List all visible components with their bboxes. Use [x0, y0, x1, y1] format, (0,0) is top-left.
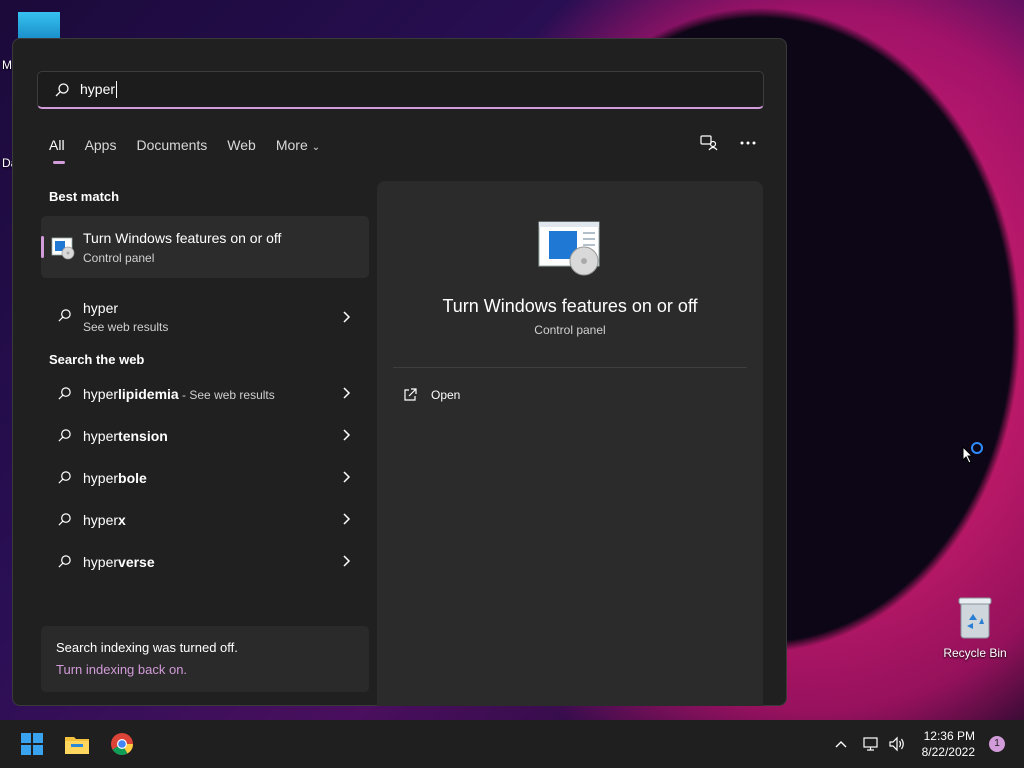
taskbar-pinned — [20, 732, 134, 756]
tab-documents[interactable]: Documents — [136, 137, 207, 161]
detail-subtitle: Control panel — [534, 323, 606, 337]
suggestion-item[interactable]: hyperx — [41, 499, 369, 541]
chevron-down-icon: ⌄ — [311, 142, 321, 153]
open-action[interactable]: Open — [403, 388, 460, 402]
desktop-partial-label-1: M — [2, 58, 12, 72]
search-icon — [58, 555, 71, 568]
suggestion-item[interactable]: hyperbole — [41, 457, 369, 499]
suggestion-item[interactable]: hypertension — [41, 415, 369, 457]
text-caret — [116, 81, 118, 99]
suggestion-bold: x — [118, 512, 126, 528]
search-web-heading: Search the web — [49, 352, 145, 367]
suggestion-text: hyperverse — [83, 554, 155, 570]
search-icon — [58, 513, 71, 526]
suggestion-prefix: hyper — [83, 512, 119, 528]
windows-start-icon[interactable] — [20, 732, 44, 756]
search-panel: hyper All Apps Documents Web More ⌄ Best … — [12, 38, 787, 706]
suggestion-bold: tension — [118, 428, 168, 444]
selection-indicator — [41, 236, 44, 258]
suggestion-bold: lipidemia — [118, 386, 179, 402]
windows-features-icon — [51, 237, 75, 260]
clock[interactable]: 12:36 PM 8/22/2022 — [922, 728, 975, 760]
web-result-item[interactable]: hyper See web results — [41, 292, 369, 340]
recycle-bin-icon — [958, 597, 992, 639]
detail-pane: Turn Windows features on or off Control … — [377, 181, 763, 706]
search-icon — [58, 387, 71, 400]
suggestion-prefix: hyper — [83, 554, 119, 570]
windows-features-icon — [538, 221, 600, 276]
tab-web[interactable]: Web — [227, 137, 256, 161]
clock-date: 8/22/2022 — [921, 745, 975, 759]
suggestion-prefix: hyper — [83, 428, 119, 444]
busy-cursor-icon — [962, 442, 983, 464]
turn-indexing-on-link[interactable]: Turn indexing back on. — [56, 662, 187, 677]
desktop-icon-top[interactable] — [18, 12, 60, 40]
chevron-right-icon — [343, 513, 351, 525]
clock-time: 12:36 PM — [923, 729, 975, 743]
chevron-right-icon — [343, 387, 351, 399]
search-query: hyper — [80, 80, 116, 97]
panel-tools — [700, 135, 756, 151]
file-explorer-icon[interactable] — [64, 733, 90, 755]
search-icon — [58, 471, 71, 484]
best-match-heading: Best match — [49, 189, 120, 204]
chevron-right-icon — [343, 311, 351, 323]
suggestion-text: hyperx — [83, 512, 126, 528]
recycle-bin-label: Recycle Bin — [943, 646, 1007, 660]
best-match-subtitle: Control panel — [83, 251, 155, 265]
suggestion-prefix: hyper — [83, 386, 119, 402]
notification-badge[interactable]: 1 — [989, 736, 1005, 752]
suggestion-item[interactable]: hyperverse — [41, 541, 369, 583]
network-icon[interactable] — [862, 736, 880, 752]
suggestion-text: hyperbole — [83, 470, 147, 486]
chrome-icon[interactable] — [110, 732, 134, 756]
chevron-right-icon — [343, 471, 351, 483]
tab-all[interactable]: All — [49, 137, 65, 164]
recycle-bin[interactable]: Recycle Bin — [942, 596, 1008, 660]
tab-more-label: More — [275, 137, 308, 153]
best-match-title: Turn Windows features on or off — [83, 230, 282, 246]
suggestion-text: hypertension — [83, 428, 168, 444]
volume-icon[interactable] — [888, 736, 906, 752]
suggestion-prefix: hyper — [83, 470, 119, 486]
suggestion-item[interactable]: hyperlipidemia - See web results — [41, 373, 369, 415]
results-list: Best match Turn Windows features on or o… — [41, 189, 369, 583]
web-result-title: hyper — [83, 300, 119, 316]
suggestion-bold: bole — [118, 470, 147, 486]
detail-divider — [393, 367, 747, 368]
taskbar: 12:36 PM 8/22/2022 1 — [0, 720, 1024, 768]
account-switch-icon[interactable] — [700, 135, 718, 151]
suggestion-suffix: - See web results — [178, 388, 275, 402]
chevron-up-icon[interactable] — [834, 739, 848, 749]
filter-tabs: All Apps Documents Web More ⌄ — [49, 137, 340, 164]
suggestion-bold: verse — [118, 554, 155, 570]
indexing-message: Search indexing was turned off. — [56, 640, 238, 655]
detail-title: Turn Windows features on or off — [442, 296, 698, 316]
web-result-subtitle: See web results — [83, 320, 169, 334]
tab-apps[interactable]: Apps — [85, 137, 117, 161]
more-options-icon[interactable] — [740, 141, 756, 145]
chevron-right-icon — [343, 555, 351, 567]
search-icon — [58, 309, 71, 322]
system-tray: 12:36 PM 8/22/2022 1 — [834, 720, 1024, 768]
search-icon — [55, 82, 69, 96]
open-label: Open — [431, 388, 461, 402]
chevron-right-icon — [343, 429, 351, 441]
search-input[interactable]: hyper — [80, 80, 118, 99]
search-box[interactable]: hyper — [37, 71, 764, 109]
open-external-icon — [404, 388, 417, 401]
suggestion-text: hyperlipidemia - See web results — [83, 386, 275, 402]
tab-more[interactable]: More ⌄ — [276, 137, 320, 161]
indexing-notice: Search indexing was turned off. Turn ind… — [41, 626, 369, 692]
search-icon — [58, 429, 71, 442]
best-match-item[interactable]: Turn Windows features on or off Control … — [41, 216, 369, 278]
